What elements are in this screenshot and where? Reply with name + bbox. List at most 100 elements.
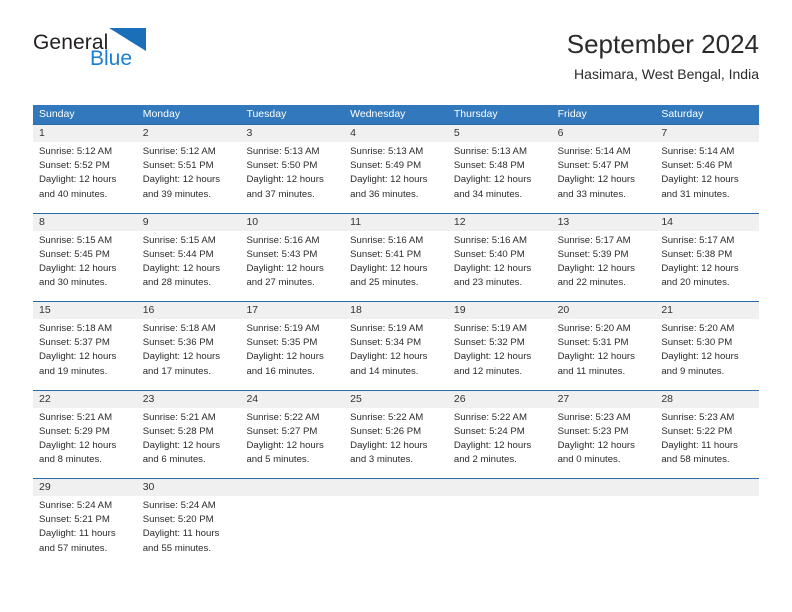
- day-cell[interactable]: 8 Sunrise: 5:15 AM Sunset: 5:45 PM Dayli…: [33, 213, 137, 302]
- daylight-text-line2: and 19 minutes.: [39, 365, 108, 377]
- day-cell-empty: [551, 479, 656, 567]
- day-cell[interactable]: 24 Sunrise: 5:22 AM Sunset: 5:27 PM Dayl…: [240, 390, 345, 479]
- brand-logo[interactable]: General Blue: [33, 28, 273, 88]
- sunset-text: Sunset: 5:28 PM: [142, 425, 214, 437]
- triangle-logo-icon: [109, 28, 147, 57]
- day-number: 26: [447, 390, 552, 408]
- daylight-text-line2: and 8 minutes.: [39, 454, 102, 466]
- sunrise-text: Sunrise: 5:22 AM: [350, 411, 424, 423]
- day-cell[interactable]: 21 Sunrise: 5:20 AM Sunset: 5:30 PM Dayl…: [655, 302, 760, 390]
- day-details: Sunrise: 5:23 AM Sunset: 5:23 PM Dayligh…: [552, 408, 656, 468]
- day-details: Sunrise: 5:19 AM Sunset: 5:34 PM Dayligh…: [344, 319, 448, 379]
- day-number: 5: [447, 125, 552, 142]
- day-cell-empty: [447, 479, 552, 567]
- day-details: Sunrise: 5:21 AM Sunset: 5:28 PM Dayligh…: [137, 408, 241, 468]
- day-details: Sunrise: 5:16 AM Sunset: 5:40 PM Dayligh…: [448, 231, 552, 291]
- day-cell[interactable]: 19 Sunrise: 5:19 AM Sunset: 5:32 PM Dayl…: [447, 302, 552, 390]
- day-cell[interactable]: 6 Sunrise: 5:14 AM Sunset: 5:47 PM Dayli…: [551, 125, 656, 213]
- day-cell[interactable]: 18 Sunrise: 5:19 AM Sunset: 5:34 PM Dayl…: [344, 302, 448, 390]
- sunset-text: Sunset: 5:37 PM: [39, 337, 110, 349]
- day-cell[interactable]: 1 Sunrise: 5:12 AM Sunset: 5:52 PM Dayli…: [33, 125, 137, 213]
- day-details: Sunrise: 5:16 AM Sunset: 5:41 PM Dayligh…: [344, 231, 448, 291]
- day-details: Sunrise: 5:17 AM Sunset: 5:39 PM Dayligh…: [552, 231, 656, 291]
- daylight-text-line2: and 23 minutes.: [453, 277, 523, 289]
- day-details: Sunrise: 5:22 AM Sunset: 5:24 PM Dayligh…: [448, 408, 552, 468]
- day-number: 13: [551, 213, 656, 231]
- day-cell[interactable]: 14 Sunrise: 5:17 AM Sunset: 5:38 PM Dayl…: [655, 213, 760, 302]
- day-details: Sunrise: 5:19 AM Sunset: 5:35 PM Dayligh…: [240, 319, 344, 379]
- daylight-text-line2: and 22 minutes.: [557, 277, 626, 289]
- day-cell[interactable]: 3 Sunrise: 5:13 AM Sunset: 5:50 PM Dayli…: [240, 125, 345, 213]
- day-number: 3: [240, 125, 345, 142]
- daylight-text-line2: and 16 minutes.: [246, 365, 315, 377]
- daylight-text-line1: Daylight: 11 hours: [142, 528, 220, 540]
- day-number: 24: [240, 390, 345, 408]
- daylight-text-line1: Daylight: 12 hours: [557, 262, 635, 274]
- day-number: 15: [33, 302, 137, 319]
- sunset-text: Sunset: 5:24 PM: [453, 425, 525, 437]
- day-cell[interactable]: 2 Sunrise: 5:12 AM Sunset: 5:51 PM Dayli…: [136, 125, 241, 213]
- day-details: Sunrise: 5:12 AM Sunset: 5:51 PM Dayligh…: [137, 142, 241, 202]
- sunset-text: Sunset: 5:43 PM: [246, 248, 318, 260]
- day-cell[interactable]: 22 Sunrise: 5:21 AM Sunset: 5:29 PM Dayl…: [33, 390, 137, 479]
- week-row: 1 Sunrise: 5:12 AM Sunset: 5:52 PM Dayli…: [33, 124, 760, 213]
- day-number: [344, 479, 448, 496]
- daylight-text-line1: Daylight: 12 hours: [350, 351, 428, 363]
- day-cell[interactable]: 7 Sunrise: 5:14 AM Sunset: 5:46 PM Dayli…: [655, 125, 760, 213]
- day-cell[interactable]: 11 Sunrise: 5:16 AM Sunset: 5:41 PM Dayl…: [344, 213, 448, 302]
- sunset-text: Sunset: 5:27 PM: [246, 425, 318, 437]
- day-cell[interactable]: 10 Sunrise: 5:16 AM Sunset: 5:43 PM Dayl…: [240, 213, 345, 302]
- day-number: 16: [136, 302, 241, 319]
- day-cell[interactable]: 28 Sunrise: 5:23 AM Sunset: 5:22 PM Dayl…: [655, 390, 760, 479]
- sunrise-text: Sunrise: 5:17 AM: [557, 234, 631, 246]
- daylight-text-line1: Daylight: 12 hours: [350, 439, 428, 451]
- sunset-text: Sunset: 5:41 PM: [350, 248, 422, 260]
- day-number: 4: [344, 125, 448, 142]
- daylight-text-line1: Daylight: 12 hours: [557, 351, 635, 363]
- day-details: Sunrise: 5:14 AM Sunset: 5:46 PM Dayligh…: [655, 142, 759, 202]
- sunrise-text: Sunrise: 5:12 AM: [142, 146, 216, 157]
- day-cell[interactable]: 16 Sunrise: 5:18 AM Sunset: 5:36 PM Dayl…: [136, 302, 241, 390]
- daylight-text-line1: Daylight: 12 hours: [246, 351, 324, 363]
- weekday-header-sunday: Sunday: [39, 108, 75, 120]
- sunset-text: Sunset: 5:51 PM: [142, 160, 214, 172]
- day-cell-empty: [240, 479, 345, 567]
- daylight-text-line1: Daylight: 12 hours: [142, 439, 221, 451]
- day-number: 18: [344, 302, 448, 319]
- daylight-text-line2: and 37 minutes.: [246, 188, 315, 200]
- day-cell[interactable]: 30 Sunrise: 5:24 AM Sunset: 5:20 PM Dayl…: [136, 479, 241, 567]
- day-details: Sunrise: 5:23 AM Sunset: 5:22 PM Dayligh…: [655, 408, 759, 468]
- day-details: Sunrise: 5:13 AM Sunset: 5:48 PM Dayligh…: [448, 142, 552, 202]
- sunset-text: Sunset: 5:22 PM: [661, 425, 733, 437]
- day-details: Sunrise: 5:22 AM Sunset: 5:27 PM Dayligh…: [240, 408, 344, 468]
- day-number: 30: [136, 479, 241, 496]
- weekday-header-saturday: Saturday: [661, 108, 704, 120]
- sunset-text: Sunset: 5:38 PM: [661, 248, 733, 260]
- day-number: 29: [33, 479, 137, 496]
- day-cell[interactable]: 29 Sunrise: 5:24 AM Sunset: 5:21 PM Dayl…: [33, 479, 137, 567]
- day-cell-empty: [344, 479, 448, 567]
- day-details: Sunrise: 5:24 AM Sunset: 5:21 PM Dayligh…: [33, 496, 137, 556]
- daylight-text-line1: Daylight: 12 hours: [246, 174, 324, 186]
- day-number: [655, 479, 760, 496]
- day-cell[interactable]: 23 Sunrise: 5:21 AM Sunset: 5:28 PM Dayl…: [136, 390, 241, 479]
- day-cell[interactable]: 17 Sunrise: 5:19 AM Sunset: 5:35 PM Dayl…: [240, 302, 345, 390]
- day-cell[interactable]: 9 Sunrise: 5:15 AM Sunset: 5:44 PM Dayli…: [136, 213, 241, 302]
- day-cell[interactable]: 13 Sunrise: 5:17 AM Sunset: 5:39 PM Dayl…: [551, 213, 656, 302]
- day-cell[interactable]: 26 Sunrise: 5:22 AM Sunset: 5:24 PM Dayl…: [447, 390, 552, 479]
- daylight-text-line1: Daylight: 12 hours: [557, 174, 635, 186]
- day-cell[interactable]: 5 Sunrise: 5:13 AM Sunset: 5:48 PM Dayli…: [447, 125, 552, 213]
- daylight-text-line2: and 58 minutes.: [661, 454, 730, 466]
- daylight-text-line2: and 5 minutes.: [246, 454, 310, 466]
- day-cell[interactable]: 20 Sunrise: 5:20 AM Sunset: 5:31 PM Dayl…: [551, 302, 656, 390]
- day-cell[interactable]: 12 Sunrise: 5:16 AM Sunset: 5:40 PM Dayl…: [447, 213, 552, 302]
- day-cell[interactable]: 15 Sunrise: 5:18 AM Sunset: 5:37 PM Dayl…: [33, 302, 137, 390]
- daylight-text-line1: Daylight: 12 hours: [557, 439, 635, 451]
- day-cell[interactable]: 25 Sunrise: 5:22 AM Sunset: 5:26 PM Dayl…: [344, 390, 448, 479]
- day-cell[interactable]: 4 Sunrise: 5:13 AM Sunset: 5:49 PM Dayli…: [344, 125, 448, 213]
- sunset-text: Sunset: 5:50 PM: [246, 160, 318, 172]
- daylight-text-line1: Daylight: 12 hours: [39, 439, 117, 451]
- day-details: Sunrise: 5:18 AM Sunset: 5:36 PM Dayligh…: [137, 319, 241, 379]
- day-cell[interactable]: 27 Sunrise: 5:23 AM Sunset: 5:23 PM Dayl…: [551, 390, 656, 479]
- sunset-text: Sunset: 5:45 PM: [39, 248, 110, 260]
